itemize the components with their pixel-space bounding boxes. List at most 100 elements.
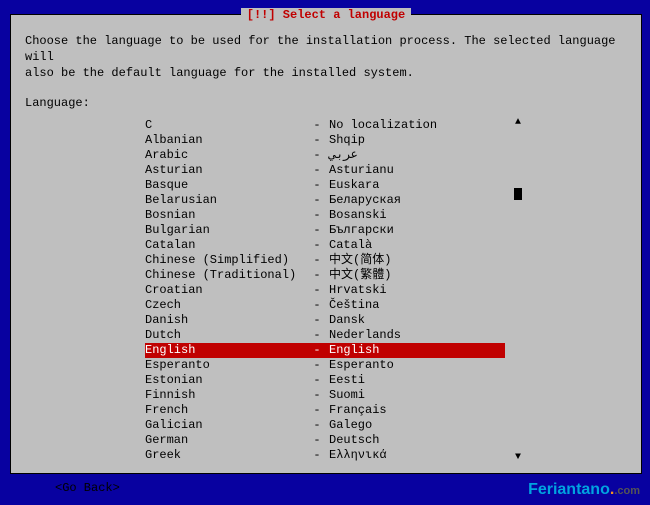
- language-row[interactable]: Croatian-Hrvatski: [145, 283, 505, 298]
- dash-separator: -: [305, 178, 329, 193]
- language-row[interactable]: Chinese (Simplified)-中文(简体): [145, 253, 505, 268]
- language-native: Shqip: [329, 133, 505, 148]
- language-name: Estonian: [145, 373, 305, 388]
- language-native: Esperanto: [329, 358, 505, 373]
- language-row[interactable]: English-English: [145, 343, 505, 358]
- language-label: Language:: [25, 96, 627, 110]
- language-native: Български: [329, 223, 505, 238]
- watermark-brand: Feriantano: [528, 481, 610, 498]
- language-name: Croatian: [145, 283, 305, 298]
- language-list: C-No localizationAlbanian-ShqipArabic-عر…: [145, 118, 505, 463]
- language-native: Hrvatski: [329, 283, 505, 298]
- language-name: Dutch: [145, 328, 305, 343]
- language-native: Nederlands: [329, 328, 505, 343]
- scroll-track[interactable]: [517, 128, 519, 453]
- language-name: Greek: [145, 448, 305, 463]
- dash-separator: -: [305, 388, 329, 403]
- language-name: Bosnian: [145, 208, 305, 223]
- watermark-suffix: .com: [614, 485, 640, 497]
- instructions: Choose the language to be used for the i…: [25, 33, 627, 82]
- language-row[interactable]: Catalan-Català: [145, 238, 505, 253]
- dash-separator: -: [305, 448, 329, 463]
- language-row[interactable]: Arabic-عربي: [145, 148, 505, 163]
- dash-separator: -: [305, 358, 329, 373]
- dash-separator: -: [305, 268, 329, 283]
- scroll-thumb[interactable]: [514, 188, 522, 200]
- language-native: Bosanski: [329, 208, 505, 223]
- language-row[interactable]: Esperanto-Esperanto: [145, 358, 505, 373]
- language-name: Finnish: [145, 388, 305, 403]
- language-native: Euskara: [329, 178, 505, 193]
- dash-separator: -: [305, 208, 329, 223]
- dash-separator: -: [305, 118, 329, 133]
- language-row[interactable]: Finnish-Suomi: [145, 388, 505, 403]
- language-name: Basque: [145, 178, 305, 193]
- scroll-up-icon[interactable]: ▲: [515, 118, 521, 128]
- language-row[interactable]: Estonian-Eesti: [145, 373, 505, 388]
- dash-separator: -: [305, 343, 329, 358]
- language-row[interactable]: Czech-Čeština: [145, 298, 505, 313]
- language-name: Arabic: [145, 148, 305, 163]
- language-name: French: [145, 403, 305, 418]
- language-name: Chinese (Traditional): [145, 268, 305, 283]
- language-native: Deutsch: [329, 433, 505, 448]
- go-back-button[interactable]: <Go Back>: [55, 481, 120, 495]
- language-row[interactable]: Danish-Dansk: [145, 313, 505, 328]
- language-native: 中文(繁體): [329, 268, 505, 283]
- language-row[interactable]: Belarusian-Беларуская: [145, 193, 505, 208]
- dash-separator: -: [305, 238, 329, 253]
- language-name: Chinese (Simplified): [145, 253, 305, 268]
- language-native: Ελληνικά: [329, 448, 505, 463]
- language-name: Belarusian: [145, 193, 305, 208]
- language-row[interactable]: Dutch-Nederlands: [145, 328, 505, 343]
- language-name: Galician: [145, 418, 305, 433]
- language-name: C: [145, 118, 305, 133]
- dash-separator: -: [305, 133, 329, 148]
- dash-separator: -: [305, 283, 329, 298]
- language-native: English: [329, 343, 505, 358]
- language-native: Dansk: [329, 313, 505, 328]
- dash-separator: -: [305, 403, 329, 418]
- language-row[interactable]: Galician-Galego: [145, 418, 505, 433]
- language-native: Català: [329, 238, 505, 253]
- watermark: Feriantano..com: [528, 481, 640, 499]
- language-row[interactable]: German-Deutsch: [145, 433, 505, 448]
- scrollbar[interactable]: ▲ ▼: [513, 118, 523, 463]
- language-row[interactable]: Greek-Ελληνικά: [145, 448, 505, 463]
- dash-separator: -: [305, 313, 329, 328]
- language-row[interactable]: French-Français: [145, 403, 505, 418]
- language-row[interactable]: Chinese (Traditional)-中文(繁體): [145, 268, 505, 283]
- language-native: No localization: [329, 118, 505, 133]
- language-name: Danish: [145, 313, 305, 328]
- language-native: Беларуская: [329, 193, 505, 208]
- dash-separator: -: [305, 163, 329, 178]
- language-dialog: [!!] Select a language Choose the langua…: [10, 14, 642, 474]
- dialog-content: Choose the language to be used for the i…: [11, 15, 641, 503]
- instructions-line: also be the default language for the ins…: [25, 65, 627, 81]
- dash-separator: -: [305, 253, 329, 268]
- dash-separator: -: [305, 223, 329, 238]
- language-name: Czech: [145, 298, 305, 313]
- language-row[interactable]: Asturian-Asturianu: [145, 163, 505, 178]
- language-row[interactable]: Basque-Euskara: [145, 178, 505, 193]
- language-native: Suomi: [329, 388, 505, 403]
- language-native: Galego: [329, 418, 505, 433]
- language-row[interactable]: Bosnian-Bosanski: [145, 208, 505, 223]
- language-row[interactable]: C-No localization: [145, 118, 505, 133]
- language-native: Čeština: [329, 298, 505, 313]
- language-row[interactable]: Albanian-Shqip: [145, 133, 505, 148]
- language-name: Esperanto: [145, 358, 305, 373]
- dash-separator: -: [305, 148, 329, 163]
- language-native: 中文(简体): [329, 253, 505, 268]
- language-name: Albanian: [145, 133, 305, 148]
- language-name: Catalan: [145, 238, 305, 253]
- dialog-title: [!!] Select a language: [241, 8, 411, 22]
- dash-separator: -: [305, 433, 329, 448]
- language-name: Bulgarian: [145, 223, 305, 238]
- language-native: Français: [329, 403, 505, 418]
- language-name: German: [145, 433, 305, 448]
- language-row[interactable]: Bulgarian-Български: [145, 223, 505, 238]
- dash-separator: -: [305, 328, 329, 343]
- dialog-title-bar: [!!] Select a language: [11, 8, 641, 22]
- scroll-down-icon[interactable]: ▼: [515, 453, 521, 463]
